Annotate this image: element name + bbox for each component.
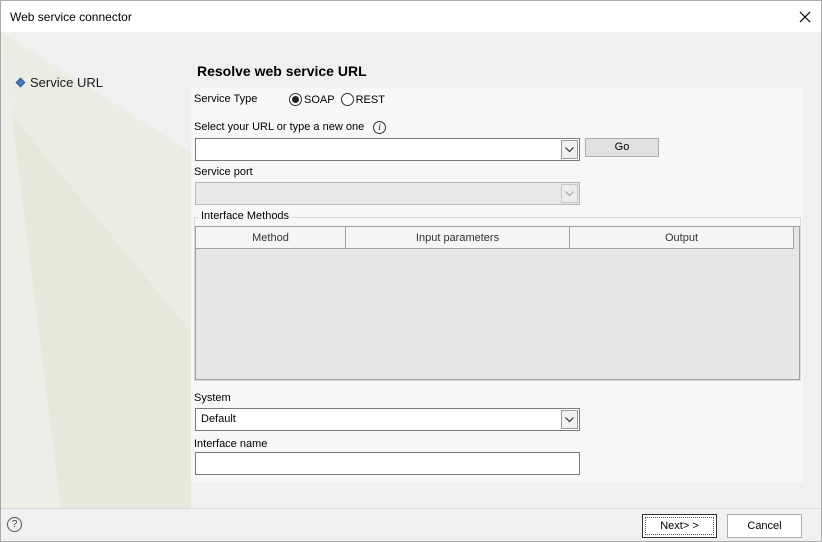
radio-soap-label: SOAP [304, 93, 335, 106]
radio-rest[interactable]: REST [340, 93, 385, 106]
help-icon[interactable]: ? [7, 517, 22, 532]
title-bar[interactable]: Web service connector [1, 1, 821, 32]
service-port-combobox[interactable] [195, 182, 580, 205]
close-icon [799, 11, 811, 22]
focus-outline [645, 517, 714, 535]
column-header-input-parameters[interactable]: Input parameters [346, 227, 570, 249]
interface-name-input[interactable] [195, 452, 580, 475]
system-label: System [194, 392, 231, 404]
go-button[interactable]: Go [585, 138, 659, 157]
url-label: Select your URL or type a new one [194, 121, 365, 133]
interface-name-label: Interface name [194, 438, 268, 450]
chevron-down-icon [565, 190, 574, 196]
service-port-dropdown-button[interactable] [561, 184, 578, 203]
grid-header: Method Input parameters Output [196, 227, 794, 249]
service-port-label: Service port [194, 166, 253, 178]
url-combobox[interactable] [195, 138, 580, 161]
system-dropdown-button[interactable] [561, 410, 578, 429]
radio-button-unchecked[interactable] [340, 93, 354, 106]
chevron-down-icon [565, 146, 574, 152]
sidebar-item-service-url[interactable]: Service URL [15, 75, 103, 90]
interface-methods-title: Interface Methods [198, 210, 293, 222]
page-title: Resolve web service URL [197, 63, 367, 79]
column-header-output[interactable]: Output [570, 227, 794, 249]
window-title: Web service connector [10, 10, 132, 24]
system-combobox[interactable]: Default [195, 408, 580, 431]
system-combobox-value: Default [201, 413, 236, 425]
cancel-button[interactable]: Cancel [727, 514, 802, 538]
radio-rest-label: REST [355, 93, 385, 106]
wizard-sidebar: Service URL [1, 32, 191, 508]
dialog-window: Web service connector Service URL Resolv… [0, 0, 822, 542]
chevron-down-icon [565, 416, 574, 422]
url-dropdown-button[interactable] [561, 140, 578, 159]
radio-button-checked[interactable] [289, 93, 302, 106]
column-header-method[interactable]: Method [196, 227, 346, 249]
info-icon[interactable]: i [373, 121, 386, 134]
service-type-label: Service Type [194, 93, 258, 105]
close-button[interactable] [789, 1, 821, 32]
sidebar-item-label: Service URL [30, 75, 103, 90]
step-bullet-icon [15, 77, 26, 88]
dialog-footer: ? Next> > Cancel [1, 508, 821, 541]
next-button[interactable]: Next> > [642, 514, 717, 538]
interface-methods-grid[interactable]: Method Input parameters Output [195, 226, 800, 380]
radio-soap[interactable]: SOAP [289, 93, 335, 106]
sidebar-background-graphic [1, 32, 191, 508]
service-type-radio-group: SOAP REST [289, 93, 391, 106]
